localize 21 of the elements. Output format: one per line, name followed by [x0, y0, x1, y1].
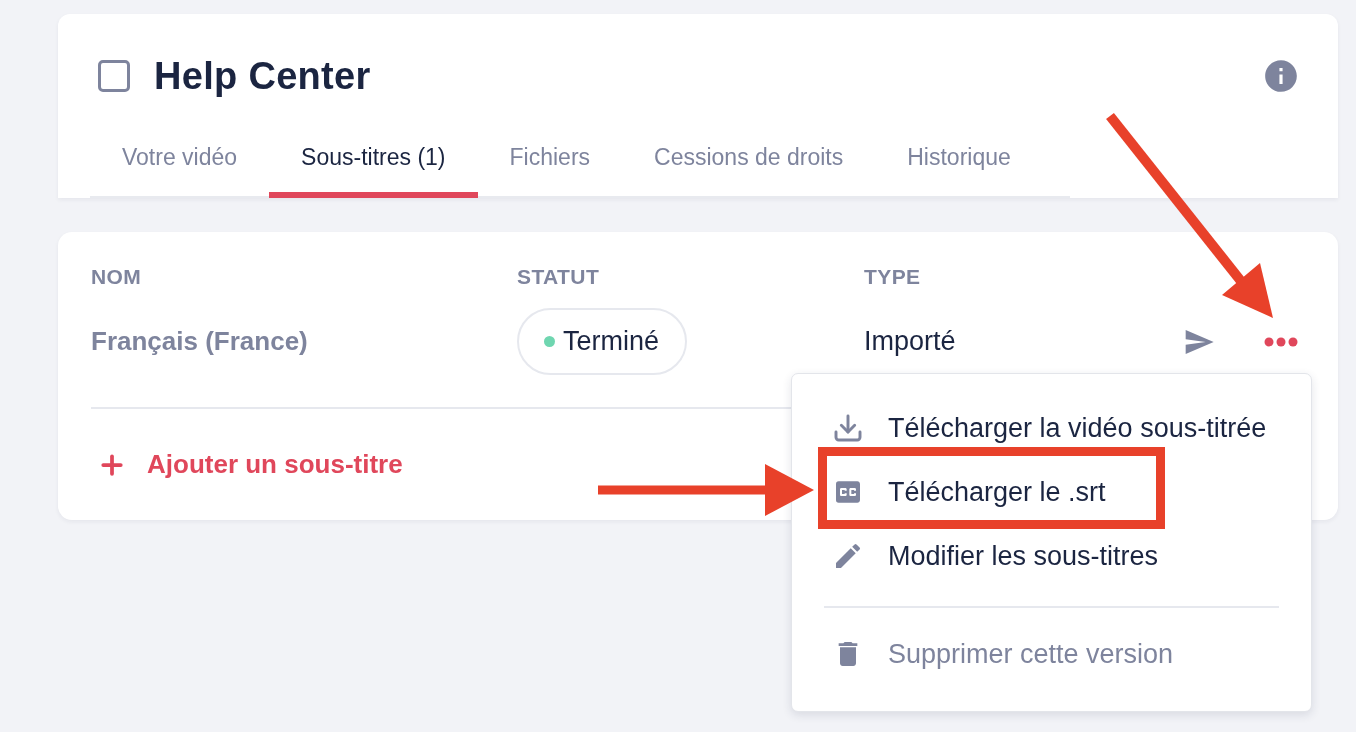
- menu-item[interactable]: Télécharger le .srt: [832, 474, 1106, 510]
- menu-item[interactable]: Modifier les sous-titres: [832, 538, 1159, 574]
- download-icon: [832, 412, 864, 444]
- more-options-button[interactable]: [1264, 336, 1298, 347]
- menu-item[interactable]: Télécharger la vidéo sous-titrée: [832, 410, 1267, 446]
- tab[interactable]: Historique: [875, 143, 1043, 198]
- add-subtitle-button[interactable]: Ajouter un sous-titre: [97, 449, 403, 480]
- column-header: STATUT: [517, 264, 600, 290]
- page-title: Help Center: [154, 54, 371, 98]
- table-cell: Importé: [864, 326, 956, 357]
- tab[interactable]: Fichiers: [477, 143, 623, 198]
- tab[interactable]: Sous-titres (1): [269, 143, 478, 198]
- tab[interactable]: Cessions de droits: [622, 143, 876, 198]
- checkbox[interactable]: [98, 60, 130, 92]
- status-label: Terminé: [563, 326, 660, 357]
- table-cell: Français (France): [91, 326, 308, 357]
- column-header: TYPE: [864, 264, 921, 290]
- tab[interactable]: Votre vidéo: [90, 143, 270, 198]
- column-header: NOM: [91, 264, 142, 290]
- more-dots-icon: [1264, 336, 1298, 347]
- info-icon[interactable]: [1262, 57, 1300, 95]
